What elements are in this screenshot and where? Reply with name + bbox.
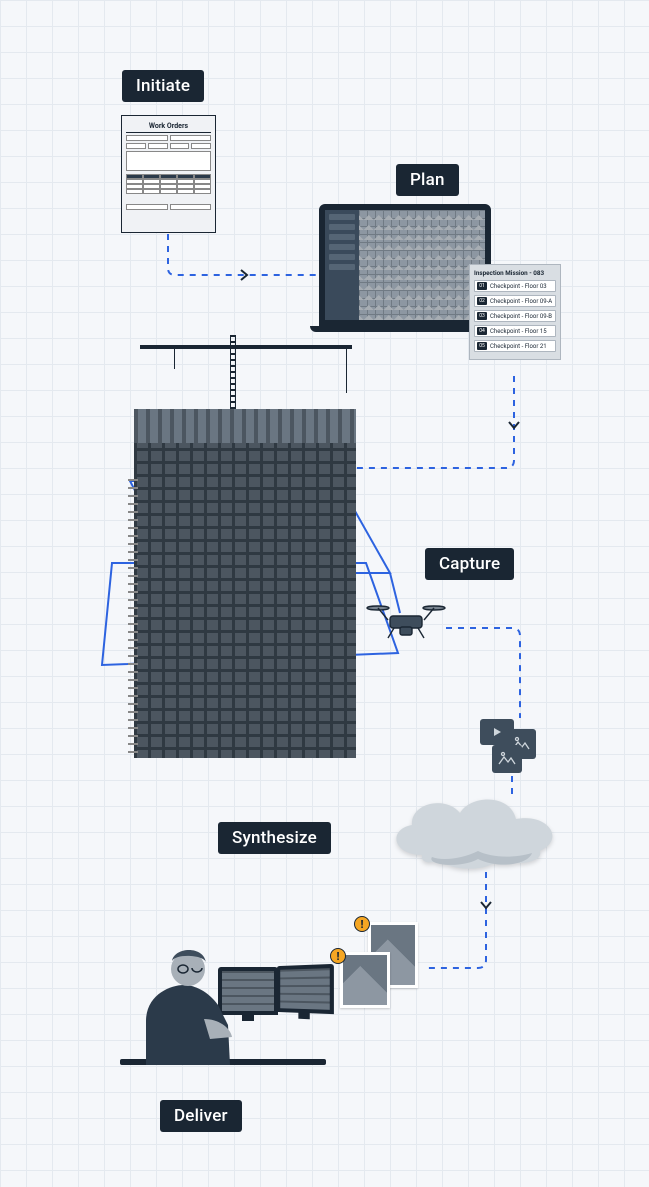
building-under-construction [110,335,370,758]
laptop-sidebar [325,210,359,320]
step-initiate-label: Initiate [122,70,204,102]
mission-checkpoint: 01 Checkpoint - Floor 03 [474,280,556,292]
work-order-title: Work Orders [126,120,211,133]
work-order-form: Work Orders [121,115,216,233]
mission-checkpoint: 02 Checkpoint - Floor 09-A [474,295,556,307]
inspection-mission-panel: Inspection Mission - 083 01 Checkpoint -… [469,264,561,360]
mission-title: Inspection Mission - 083 [474,269,556,277]
cloud-icon [382,785,572,873]
alert-badge-icon: ! [354,916,370,932]
photo-icon [492,745,522,773]
analyst-at-workstation [120,915,326,1085]
step-capture-label: Capture [425,548,514,580]
alert-badge-icon: ! [330,948,346,964]
captured-media-icons [478,717,544,775]
result-thumbnail [340,952,390,1008]
person-icon [126,935,236,1065]
drone-icon [366,600,446,644]
mission-checkpoint: 04 Checkpoint - Floor 15 [474,325,556,337]
step-plan-label: Plan [396,164,459,196]
step-synthesize-label: Synthesize [218,822,331,854]
monitor-icon [277,964,334,1014]
mission-checkpoint: 03 Checkpoint - Floor 09-B [474,310,556,322]
mission-checkpoint: 05 Checkpoint - Floor 21 [474,340,556,352]
workflow-diagram: Initiate Plan Capture Synthesize Deliver… [0,0,649,1187]
step-deliver-label: Deliver [160,1100,242,1132]
laptop-map-view [359,210,485,320]
